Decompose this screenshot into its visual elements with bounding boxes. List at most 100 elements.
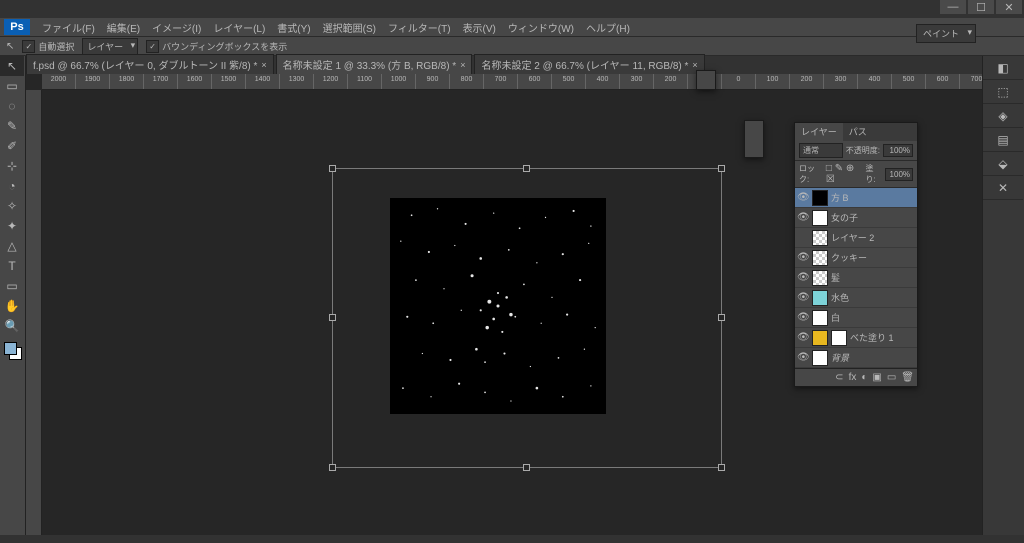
tool-button[interactable]: △ (0, 236, 24, 256)
tab-close-icon[interactable]: × (692, 60, 697, 70)
tool-button[interactable]: ⊹ (0, 156, 24, 176)
tool-button[interactable]: ◔ (0, 176, 24, 196)
panel-icon[interactable]: ▤ (983, 128, 1023, 152)
handle-top-left[interactable] (329, 165, 336, 172)
tool-button[interactable]: ↖ (0, 56, 24, 76)
blend-mode-dropdown[interactable]: 通常 (799, 143, 843, 158)
layer-name[interactable]: 方 B (831, 191, 915, 204)
tool-button[interactable]: ✧ (0, 196, 24, 216)
ruler-tick: 200 (654, 74, 688, 89)
layer-action-icon[interactable]: ▭ (887, 372, 896, 383)
ruler-tick: 700 (960, 74, 982, 89)
handle-bot-left[interactable] (329, 464, 336, 471)
lock-icons[interactable]: □ ✎ ⊕ ☒ (826, 163, 863, 185)
layer-row[interactable]: 👁 背景 (795, 348, 917, 368)
tab-layers[interactable]: レイヤー (795, 123, 843, 141)
layer-row[interactable]: 👁 女の子 (795, 208, 917, 228)
menu-item[interactable]: イメージ(I) (146, 20, 207, 35)
layer-name[interactable]: レイヤー 2 (831, 231, 915, 244)
handle-top-mid[interactable] (523, 165, 530, 172)
layer-action-icon[interactable]: ▣ (872, 372, 881, 383)
visibility-toggle[interactable]: 👁 (797, 252, 809, 263)
layer-name[interactable]: 背景 (831, 351, 915, 364)
app-logo: Ps (4, 19, 30, 35)
menu-item[interactable]: 書式(Y) (271, 20, 316, 35)
visibility-toggle[interactable]: 👁 (797, 272, 809, 283)
tab-label: 名称未設定 2 @ 66.7% (レイヤー 11, RGB/8) * (481, 57, 688, 72)
tab-paths[interactable]: パス (843, 123, 873, 141)
panel-icon[interactable]: ◈ (983, 104, 1023, 128)
layer-row[interactable]: 👁白 (795, 308, 917, 328)
tool-button[interactable]: ◌ (0, 96, 24, 116)
tool-button[interactable]: ✋ (0, 296, 24, 316)
mini-panel-1[interactable] (696, 70, 716, 90)
panel-icon[interactable]: ⬚ (983, 80, 1023, 104)
handle-top-right[interactable] (718, 165, 725, 172)
workspace-switcher[interactable]: ペイント (916, 24, 976, 43)
document-tab[interactable]: 名称未設定 1 @ 33.3% (方 B, RGB/8) *× (276, 54, 473, 74)
menu-item[interactable]: ウィンドウ(W) (502, 20, 580, 35)
handle-bot-mid[interactable] (523, 464, 530, 471)
handle-bot-right[interactable] (718, 464, 725, 471)
menu-item[interactable]: ファイル(F) (36, 20, 101, 35)
tool-button[interactable]: ✦ (0, 216, 24, 236)
layer-name[interactable]: 白 (831, 311, 915, 324)
auto-select-target-dropdown[interactable]: レイヤー (82, 38, 138, 55)
window-maximize[interactable]: ☐ (968, 0, 994, 14)
fill-label: 塗り: (866, 163, 883, 185)
layer-row[interactable]: 👁 水色 (795, 288, 917, 308)
opacity-value[interactable]: 100% (883, 144, 913, 157)
visibility-toggle[interactable]: 👁 (797, 332, 809, 343)
tool-button[interactable]: 🔍 (0, 316, 24, 336)
color-swatch[interactable] (4, 342, 22, 360)
menu-item[interactable]: ヘルプ(H) (580, 20, 636, 35)
visibility-toggle[interactable]: 👁 (797, 292, 809, 303)
panel-icon[interactable]: ◧ (983, 56, 1023, 80)
tool-button[interactable]: ✎ (0, 116, 24, 136)
tool-button[interactable]: T (0, 256, 24, 276)
layer-action-icon[interactable]: ◐ (861, 372, 867, 383)
layer-action-icon[interactable]: 🗑 (901, 372, 914, 383)
handle-mid-right[interactable] (718, 314, 725, 321)
layer-action-icon[interactable]: ⊂ (835, 372, 843, 383)
auto-select-checkbox[interactable]: 自動選択 (22, 40, 74, 53)
tool-button[interactable]: ▭ (0, 276, 24, 296)
window-close[interactable]: ✕ (996, 0, 1022, 14)
visibility-toggle[interactable]: 👁 (797, 192, 809, 203)
menu-item[interactable]: レイヤー(L) (207, 20, 271, 35)
layer-row[interactable]: 👁 クッキー (795, 248, 917, 268)
layer-name[interactable]: 女の子 (831, 211, 915, 224)
panel-icon[interactable]: ⬙ (983, 152, 1023, 176)
layer-row[interactable]: 👁髪 (795, 268, 917, 288)
mini-panel-2[interactable] (744, 120, 764, 158)
ruler-tick: 1200 (314, 74, 348, 89)
document-tab[interactable]: f.psd @ 66.7% (レイヤー 0, ダブルトーン II 紫/8) *× (26, 54, 274, 74)
layer-row[interactable]: 👁 べた塗り 1 (795, 328, 917, 348)
panel-icon[interactable]: ✕ (983, 176, 1023, 200)
document-tab[interactable]: 名称未設定 2 @ 66.7% (レイヤー 11, RGB/8) * × (474, 54, 704, 74)
visibility-toggle[interactable]: 👁 (797, 352, 809, 363)
fg-color[interactable] (4, 342, 17, 355)
tab-close-icon[interactable]: × (460, 60, 465, 70)
visibility-toggle[interactable]: 👁 (797, 312, 809, 323)
visibility-toggle[interactable]: 👁 (797, 212, 809, 223)
menu-item[interactable]: フィルター(T) (382, 20, 457, 35)
show-bounding-box-checkbox[interactable]: バウンディングボックスを表示 (146, 40, 287, 53)
layer-name[interactable]: クッキー (831, 251, 915, 264)
menu-item[interactable]: 選択範囲(S) (317, 20, 382, 35)
layer-action-icon[interactable]: fx (849, 372, 857, 383)
tool-button[interactable]: ▭ (0, 76, 24, 96)
layer-row[interactable]: 👁 方 B (795, 188, 917, 208)
layer-name[interactable]: 髪 (831, 271, 915, 284)
tool-button[interactable]: ✐ (0, 136, 24, 156)
handle-mid-left[interactable] (329, 314, 336, 321)
menu-item[interactable]: 表示(V) (457, 20, 502, 35)
layer-name[interactable]: 水色 (831, 291, 915, 304)
fill-value[interactable]: 100% (885, 168, 913, 181)
layer-name[interactable]: べた塗り 1 (850, 331, 915, 344)
layer-row[interactable]: レイヤー 2 (795, 228, 917, 248)
tab-close-icon[interactable]: × (261, 60, 266, 70)
transform-bounding-box[interactable] (332, 168, 722, 468)
menu-item[interactable]: 編集(E) (101, 20, 146, 35)
window-minimize[interactable]: — (940, 0, 966, 14)
